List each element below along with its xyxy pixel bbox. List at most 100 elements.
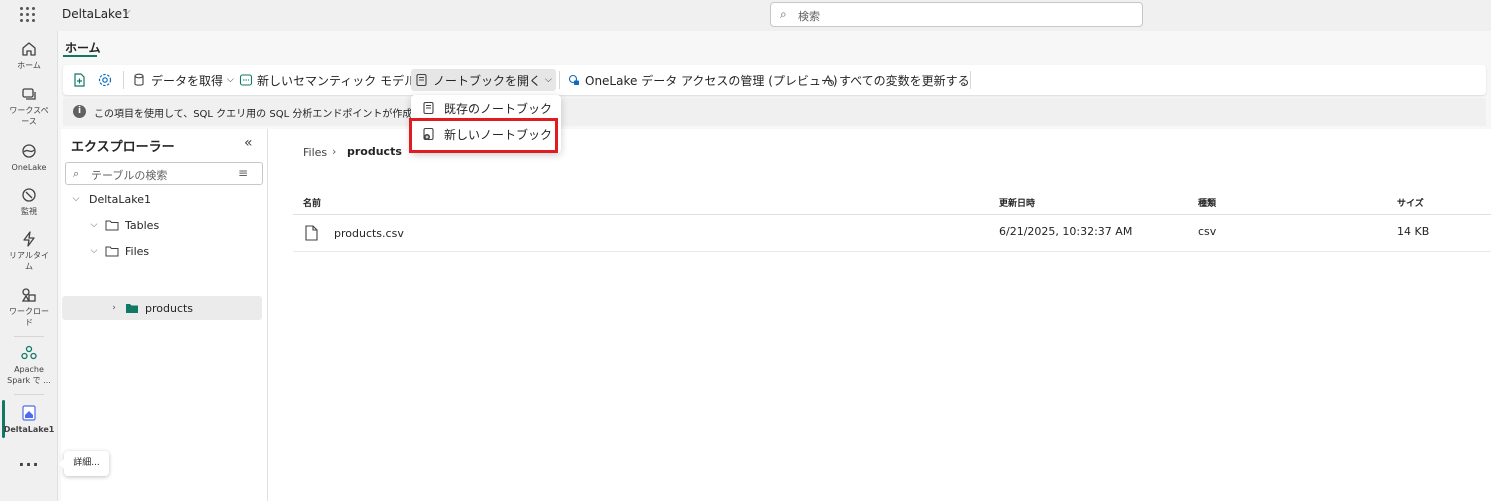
column-header-modified[interactable]: 更新日時 [999,196,1035,209]
tree-item-tables[interactable]: ⌵ Tables [61,213,268,237]
folder-icon [105,220,119,231]
rail-label-spark-2: Spark で ... [7,376,51,385]
rail-label-onelake: OneLake [11,163,47,172]
rail-label-deltalake1: DeltaLake1 [3,425,55,434]
onelake-icon [19,141,39,161]
search-icon: ⌕ [73,167,80,180]
rail-label-workloads-2: ド [25,318,33,327]
lakehouse-icon [19,403,39,423]
database-icon [134,73,144,86]
global-search-input[interactable]: ⌕ 検索 [770,2,1143,27]
menu-label-existing-notebook: 既存のノートブック [444,101,553,116]
open-notebook-button[interactable]: ノートブックを開く ⌵ [411,69,556,91]
new-semantic-model-button[interactable]: 新しいセマンティック モデル [239,69,416,91]
file-type: csv [1198,225,1217,238]
monitor-icon [19,185,39,205]
tree-label-tables: Tables [125,218,160,232]
table-search-placeholder: テーブルの検索 [91,169,168,182]
collapse-panel-icon[interactable]: « [244,135,253,151]
spark-icon [19,343,39,363]
app-window: DeltaLake1 ⌵ ⌕ 検索 ホーム ワークスペ ース OneLake 監… [0,0,1491,501]
more-icon[interactable]: ... [0,451,58,470]
lock-icon [568,74,579,85]
search-placeholder: 検索 [798,10,820,23]
column-header-size[interactable]: サイズ [1397,196,1424,209]
notebook-icon [423,101,434,115]
rail-label-monitor: 監視 [21,207,37,216]
chevron-down-icon[interactable]: ⌵ [123,6,131,17]
row-divider [293,251,1491,252]
refresh-all-button[interactable]: すべての変数を更新する [821,69,970,91]
search-icon: ⌕ [780,7,787,21]
tree-label-files: Files [125,244,150,258]
tree-item-products[interactable]: › products [62,296,262,320]
left-nav-rail: ホーム ワークスペ ース OneLake 監視 リアルタイ ム ワークロー ド … [0,31,58,501]
workspace-name[interactable]: DeltaLake1 [62,7,130,21]
info-icon: i [73,105,86,118]
tab-home[interactable]: ホーム [65,39,101,56]
refresh-all-label: すべての変数を更新する [839,73,970,88]
rail-item-deltalake1[interactable]: DeltaLake1 [0,403,58,435]
semantic-model-icon [239,74,253,86]
home-icon [19,39,39,59]
onelake-access-label: OneLake データ アクセスの管理 (プレビュー) [585,73,838,88]
rail-item-monitor[interactable]: 監視 [0,185,58,217]
file-size: 14 KB [1397,225,1430,238]
rail-label-workspaces-2: ース [21,117,37,126]
rail-item-spark[interactable]: Apache Spark で ... [0,343,58,386]
onelake-access-button[interactable]: OneLake データ アクセスの管理 (プレビュー) [567,69,838,91]
chevron-down-icon: ⌵ [227,75,234,85]
realtime-icon [19,229,39,249]
rail-label-workloads-1: ワークロー [9,307,49,316]
chevron-right-icon: › [112,303,116,313]
file-icon [305,225,318,241]
column-header-name[interactable]: 名前 [303,196,321,209]
rail-label-spark-1: Apache [14,365,44,374]
tree-label-root: DeltaLake1 [89,192,151,206]
explorer-title: エクスプローラー [71,140,175,155]
rail-label-home: ホーム [17,61,41,70]
tree-label-products: products [145,301,194,315]
rail-divider [14,394,44,395]
get-data-button[interactable]: データを取得 ⌵ [133,69,234,91]
open-notebook-label: ノートブックを開く [433,73,542,88]
explorer-panel: エクスプローラー « ⌕ テーブルの検索 ≡ ⌵ DeltaLake1 ⌵ Ta… [61,129,268,501]
app-launcher-icon[interactable] [20,7,36,23]
toolbar-divider [123,71,124,89]
toolbar-divider [970,71,971,89]
chevron-down-icon: ⌵ [72,194,80,204]
breadcrumb-current: products [347,145,402,158]
tree-item-files[interactable]: ⌵ Files [61,239,268,263]
breadcrumb-separator-icon: › [332,145,337,158]
header-divider [293,214,1491,215]
chevron-down-icon: ⌵ [545,75,552,85]
workloads-icon [19,285,39,305]
breadcrumb-files[interactable]: Files [303,146,327,159]
table-search-input[interactable]: ⌕ テーブルの検索 ≡ [65,162,263,185]
rail-item-workspaces[interactable]: ワークスペ ース [0,84,58,127]
file-name[interactable]: products.csv [334,227,404,240]
ribbon-toolbar: データを取得 ⌵ 新しいセマンティック モデル ノートブックを開く ⌵ OneL… [63,65,1486,95]
variable-refresh-icon [823,74,835,87]
folder-filled-icon [126,304,138,313]
tab-home-indicator [63,55,97,57]
rail-item-workloads[interactable]: ワークロー ド [0,285,58,328]
new-item-icon[interactable] [71,69,87,91]
menu-item-existing-notebook[interactable]: 既存のノートブック [411,96,561,120]
get-data-label: データを取得 [151,73,224,88]
rail-label-realtime-2: ム [25,262,33,271]
filter-icon[interactable]: ≡ [238,166,248,180]
rail-item-realtime[interactable]: リアルタイ ム [0,229,58,272]
rail-label-realtime-1: リアルタイ [9,251,49,260]
rail-divider [14,336,44,337]
tree-item-root[interactable]: ⌵ DeltaLake1 [61,187,268,211]
info-bar: i この項目を使用して、SQL クエリ用の SQL 分析エンドポイントが作成され [63,98,1486,126]
notebook-icon [416,73,427,87]
column-header-type[interactable]: 種類 [1198,196,1216,209]
rail-item-home[interactable]: ホーム [0,39,58,71]
rail-item-onelake[interactable]: OneLake [0,141,58,173]
info-text: この項目を使用して、SQL クエリ用の SQL 分析エンドポイントが作成され [94,109,433,120]
settings-gear-icon[interactable] [97,69,113,91]
rail-label-workspaces-1: ワークスペ [9,106,49,115]
highlight-box [409,118,558,153]
